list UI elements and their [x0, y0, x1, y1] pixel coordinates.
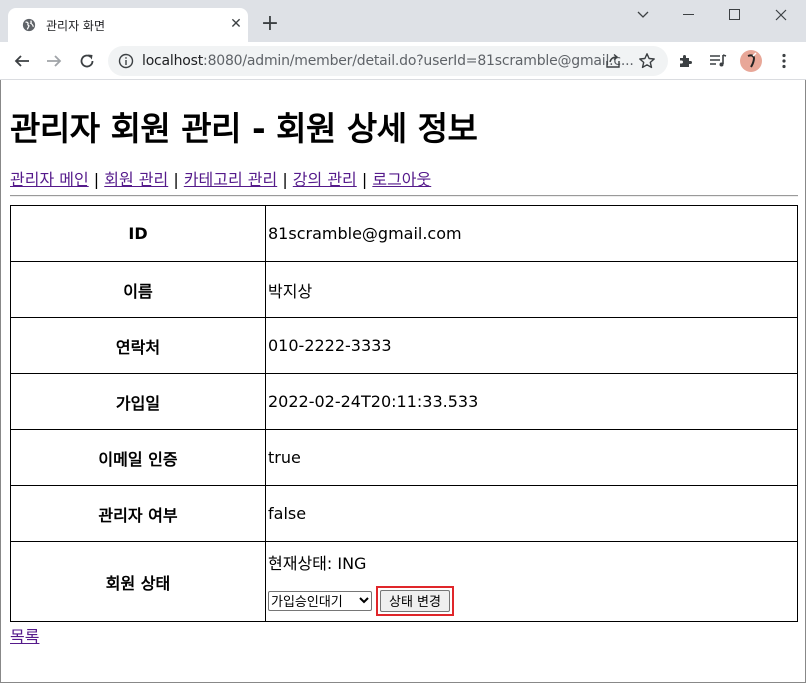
kebab-menu-icon[interactable] — [775, 52, 793, 70]
nav-link-category-management[interactable]: 카테고리 관리 — [184, 170, 277, 189]
address-bar[interactable]: localhost:8080/admin/member/detail.do?us… — [108, 46, 668, 76]
back-arrow-icon[interactable] — [10, 49, 34, 73]
row-value-join-date: 2022-02-24T20:11:33.533 — [265, 373, 798, 430]
nav-link-admin-main[interactable]: 관리자 메인 — [10, 170, 89, 189]
nav-separator: | — [173, 170, 179, 189]
row-value-name: 박지상 — [265, 261, 798, 318]
row-label-member-status: 회원 상태 — [10, 541, 266, 622]
nav-link-member-management[interactable]: 회원 관리 — [104, 170, 168, 189]
tab-title: 관리자 화면 — [46, 19, 106, 33]
nav-link-logout[interactable]: 로그아웃 — [372, 170, 431, 189]
row-label-id: ID — [10, 205, 266, 262]
close-window-icon[interactable] — [758, 0, 804, 30]
page-title: 관리자 회원 관리 - 회원 상세 정보 — [10, 109, 478, 148]
browser-titlebar: 관리자 화면 ✕ + — [0, 0, 806, 42]
table-row: 가입일 2022-02-24T20:11:33.533 — [10, 373, 798, 430]
nav-separator: | — [282, 170, 288, 189]
reload-icon[interactable] — [75, 49, 99, 73]
row-label-name: 이름 — [10, 261, 266, 318]
row-label-is-admin: 관리자 여부 — [10, 485, 266, 542]
browser-tab[interactable]: 관리자 화면 ✕ — [8, 8, 248, 42]
globe-icon — [22, 18, 36, 32]
chevron-down-icon — [359, 597, 369, 604]
status-select-value: 가입승인대기 — [271, 595, 343, 610]
forward-arrow-icon[interactable] — [42, 49, 66, 73]
table-row: 이메일 인증 true — [10, 429, 798, 486]
share-icon[interactable] — [605, 53, 621, 69]
status-controls: 가입승인대기 상태 변경 — [268, 585, 797, 616]
change-status-button[interactable]: 상태 변경 — [380, 589, 450, 612]
page-viewport: 관리자 회원 관리 - 회원 상세 정보 관리자 메인 | 회원 관리 | 카테… — [0, 80, 806, 683]
row-label-phone: 연락처 — [10, 317, 266, 374]
row-value-id: 81scramble@gmail.com — [265, 205, 798, 262]
nav-separator: | — [361, 170, 368, 189]
url-text[interactable]: localhost:8080/admin/member/detail.do?us… — [142, 53, 634, 69]
divider — [10, 195, 798, 197]
profile-avatar[interactable] — [740, 50, 762, 72]
browser-toolbar: localhost:8080/admin/member/detail.do?us… — [0, 42, 806, 80]
list-link[interactable]: 목록 — [10, 623, 39, 647]
nav-separator: | — [93, 170, 100, 189]
member-status-cell: 현재상태: ING 가입승인대기 상태 변경 — [265, 541, 798, 622]
minimize-icon[interactable] — [666, 0, 712, 30]
table-row-status: 회원 상태 현재상태: ING 가입승인대기 상태 변경 — [10, 541, 798, 622]
maximize-icon[interactable] — [712, 0, 758, 30]
status-select[interactable]: 가입승인대기 — [268, 590, 372, 611]
media-control-icon[interactable] — [709, 52, 727, 70]
new-tab-icon[interactable]: + — [258, 12, 282, 36]
table-row: 관리자 여부 false — [10, 485, 798, 542]
table-row: 연락처 010-2222-3333 — [10, 317, 798, 374]
site-info-icon[interactable] — [118, 53, 134, 69]
nav-link-course-management[interactable]: 강의 관리 — [293, 170, 357, 189]
tab-close-icon[interactable]: ✕ — [228, 16, 244, 32]
row-label-join-date: 가입일 — [10, 373, 266, 430]
current-status-text: 현재상태: ING — [268, 553, 367, 573]
row-label-email-verified: 이메일 인증 — [10, 429, 266, 486]
row-value-email-verified: true — [265, 429, 798, 486]
bookmark-star-icon[interactable] — [638, 52, 656, 70]
tab-search-chevron-icon[interactable] — [620, 0, 666, 30]
row-value-phone: 010-2222-3333 — [265, 317, 798, 374]
admin-nav: 관리자 메인 | 회원 관리 | 카테고리 관리 | 강의 관리 | 로그아웃 — [10, 166, 431, 190]
member-detail-table: ID 81scramble@gmail.com 이름 박지상 연락처 010-2… — [10, 205, 798, 622]
row-value-is-admin: false — [265, 485, 798, 542]
highlight-box: 상태 변경 — [376, 585, 454, 616]
table-row: ID 81scramble@gmail.com — [10, 205, 798, 262]
extensions-puzzle-icon[interactable] — [677, 52, 695, 70]
table-row: 이름 박지상 — [10, 261, 798, 318]
